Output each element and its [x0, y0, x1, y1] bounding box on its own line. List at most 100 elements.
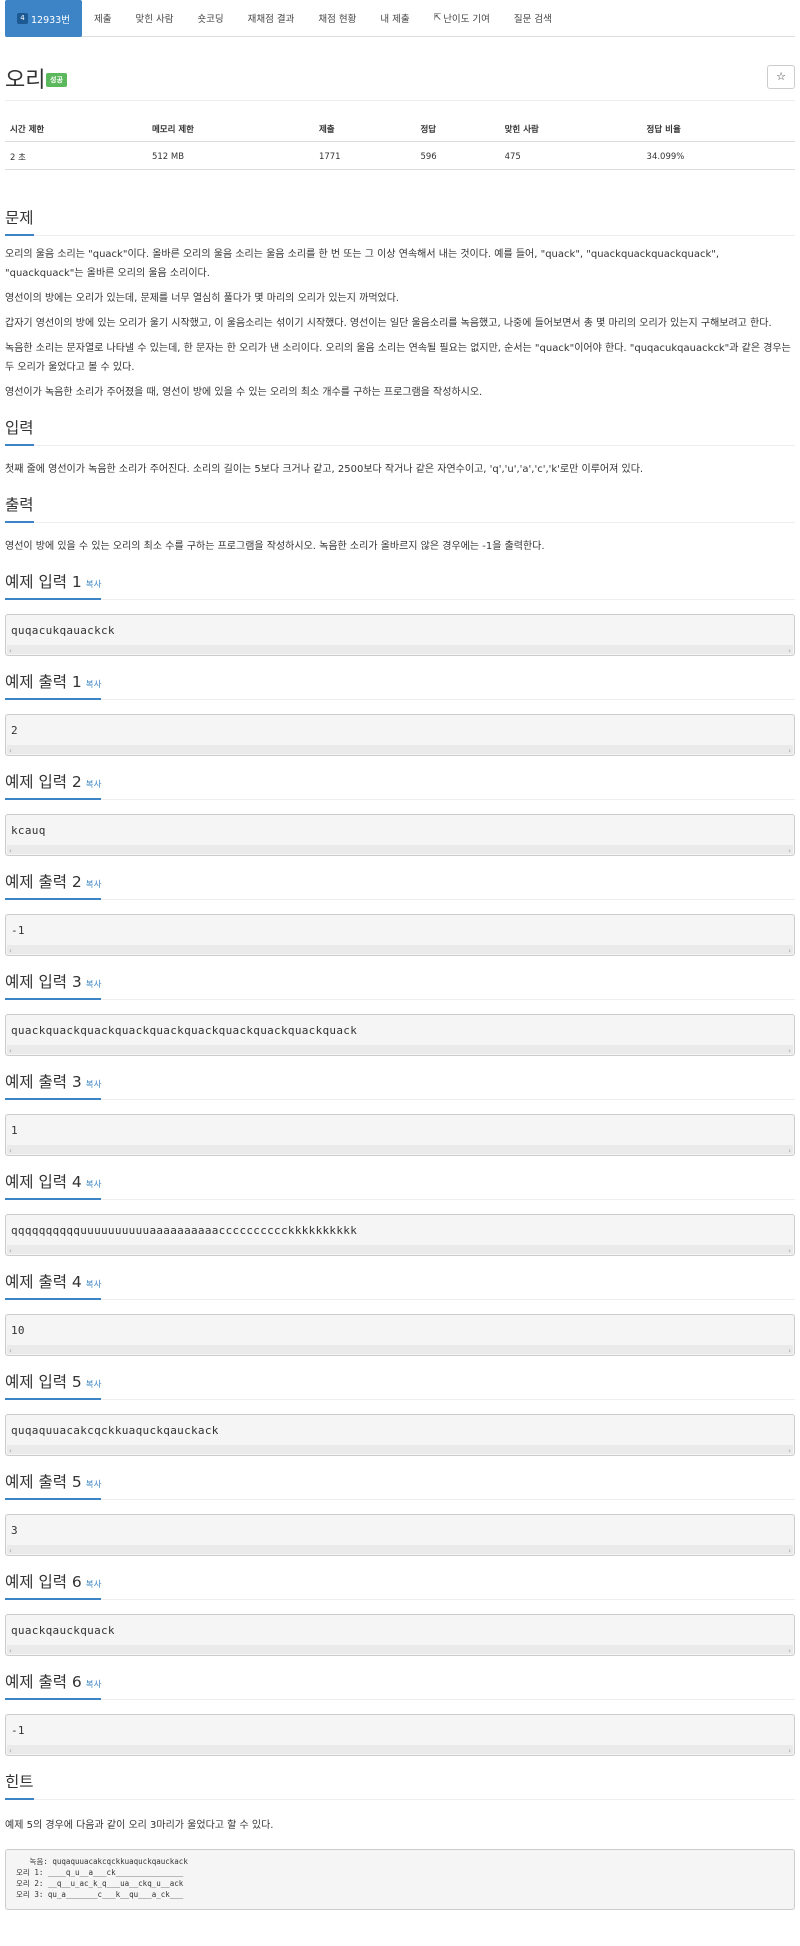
example-head: 예제 입력 5 복사 — [5, 1370, 795, 1400]
table-header-row: 시간 제한 메모리 제한 제출 정답 맞힌 사람 정답 비율 — [5, 115, 795, 142]
example-heading: 예제 입력 4 복사 — [5, 1170, 102, 1200]
title-row: 오리 성공 ☆ — [5, 37, 795, 101]
example-code-block: quackquackquackquackquackquackquackquack… — [5, 1014, 795, 1056]
table-header: 메모리 제한 — [146, 115, 314, 142]
copy-button[interactable]: 복사 — [86, 780, 102, 790]
copy-button[interactable]: 복사 — [86, 1080, 102, 1090]
copy-button[interactable]: 복사 — [86, 1580, 102, 1590]
horizontal-scrollbar[interactable] — [7, 1445, 793, 1454]
output-paragraph: 영선이 방에 있을 수 있는 오리의 최소 수를 구하는 프로그램을 작성하시오… — [5, 541, 545, 552]
tab-problem[interactable]: 4 12933번 — [5, 0, 82, 37]
example-code-block: -1 ‹ › — [5, 1714, 795, 1756]
tab-short-coding[interactable]: 숏코딩 — [185, 0, 235, 36]
horizontal-scrollbar[interactable] — [7, 645, 793, 654]
horizontal-scrollbar[interactable] — [7, 1645, 793, 1654]
scroll-right-icon[interactable]: › — [788, 947, 791, 955]
external-link-icon: ⇱ — [433, 13, 442, 23]
copy-button[interactable]: 복사 — [86, 1680, 102, 1690]
hint-line: 오리 3: qu_a_______c___k__qu___a_ck___ — [16, 1890, 184, 1899]
problem-paragraph: 녹음한 소리는 문자열로 나타낼 수 있는데, 한 문자는 한 오리가 낸 소리… — [5, 343, 791, 373]
horizontal-scrollbar[interactable] — [7, 945, 793, 954]
horizontal-scrollbar[interactable] — [7, 845, 793, 854]
example-code-block: qqqqqqqqqquuuuuuuuuuaaaaaaaaaacccccccccc… — [5, 1214, 795, 1256]
section-heading: 문제 — [5, 206, 34, 236]
example-head: 예제 출력 5 복사 — [5, 1470, 795, 1500]
scroll-left-icon[interactable]: ‹ — [9, 1747, 12, 1755]
tab-my-submissions[interactable]: 내 제출 — [368, 0, 421, 36]
tab-submit[interactable]: 제출 — [82, 0, 123, 36]
scroll-right-icon[interactable]: › — [788, 847, 791, 855]
table-row: 2 초 512 MB 1771 596 475 34.099% — [5, 141, 795, 170]
scroll-right-icon[interactable]: › — [788, 1147, 791, 1155]
copy-button[interactable]: 복사 — [86, 1280, 102, 1290]
scroll-left-icon[interactable]: ‹ — [9, 1147, 12, 1155]
tab-question-search-label: 질문 검색 — [513, 14, 552, 25]
table-cell: 512 MB — [146, 141, 314, 170]
scroll-left-icon[interactable]: ‹ — [9, 1447, 12, 1455]
scroll-right-icon[interactable]: › — [788, 1247, 791, 1255]
section-heading: 출력 — [5, 493, 34, 523]
scroll-right-icon[interactable]: › — [788, 1447, 791, 1455]
copy-button[interactable]: 복사 — [86, 1180, 102, 1190]
status-badge: 성공 — [46, 73, 67, 87]
example-heading: 예제 입력 6 복사 — [5, 1570, 102, 1600]
table-cell: 34.099% — [641, 141, 795, 170]
example-head: 예제 입력 6 복사 — [5, 1570, 795, 1600]
table-cell: 475 — [499, 141, 642, 170]
example-head: 예제 출력 3 복사 — [5, 1070, 795, 1100]
example-head: 예제 출력 6 복사 — [5, 1670, 795, 1700]
copy-button[interactable]: 복사 — [86, 880, 102, 890]
scroll-left-icon[interactable]: ‹ — [9, 947, 12, 955]
example-heading: 예제 입력 3 복사 — [5, 970, 102, 1000]
scroll-left-icon[interactable]: ‹ — [9, 1247, 12, 1255]
tab-difficulty[interactable]: ⇱ 난이도 기여 — [422, 0, 502, 36]
problem-paragraph: 영선이의 방에는 오리가 있는데, 문제를 너무 열심히 풀다가 몇 마리의 오… — [5, 293, 400, 304]
horizontal-scrollbar[interactable] — [7, 1045, 793, 1054]
copy-button[interactable]: 복사 — [86, 1380, 102, 1390]
example-code-block: 10 ‹ › — [5, 1314, 795, 1356]
copy-button[interactable]: 복사 — [86, 1480, 102, 1490]
horizontal-scrollbar[interactable] — [7, 745, 793, 754]
star-button[interactable]: ☆ — [767, 65, 795, 89]
scroll-left-icon[interactable]: ‹ — [9, 747, 12, 755]
scroll-right-icon[interactable]: › — [788, 647, 791, 655]
problem-paragraph: 영선이가 녹음한 소리가 주어졌을 때, 영선이 방에 있을 수 있는 오리의 … — [5, 387, 483, 398]
example-head: 예제 출력 1 복사 — [5, 670, 795, 700]
tab-submit-label: 제출 — [93, 14, 112, 25]
table-cell: 1771 — [313, 141, 416, 170]
example-code-block: 3 ‹ › — [5, 1514, 795, 1556]
scroll-left-icon[interactable]: ‹ — [9, 1047, 12, 1055]
tab-question-search[interactable]: 질문 검색 — [502, 0, 564, 36]
tab-solved-users[interactable]: 맞힌 사람 — [123, 0, 185, 36]
tab-rejudge[interactable]: 재채점 결과 — [236, 0, 307, 36]
copy-button[interactable]: 복사 — [86, 680, 102, 690]
copy-button[interactable]: 복사 — [86, 580, 102, 590]
tab-status[interactable]: 채점 현황 — [306, 0, 368, 36]
horizontal-scrollbar[interactable] — [7, 1245, 793, 1254]
copy-button[interactable]: 복사 — [86, 980, 102, 990]
scroll-right-icon[interactable]: › — [788, 1047, 791, 1055]
scroll-right-icon[interactable]: › — [788, 1747, 791, 1755]
scroll-left-icon[interactable]: ‹ — [9, 1647, 12, 1655]
scroll-left-icon[interactable]: ‹ — [9, 1547, 12, 1555]
examples-container: 예제 입력 1 복사 quqacukqauackck ‹ › 예제 출력 1 복사 2 ‹ › 예제… — [5, 570, 795, 1756]
horizontal-scrollbar[interactable] — [7, 1745, 793, 1754]
example-code: -1 — [11, 924, 25, 937]
horizontal-scrollbar[interactable] — [7, 1145, 793, 1154]
scroll-right-icon[interactable]: › — [788, 1547, 791, 1555]
horizontal-scrollbar[interactable] — [7, 1345, 793, 1354]
example-heading: 예제 출력 4 복사 — [5, 1270, 102, 1300]
example-code: quackqauckquack — [11, 1624, 115, 1637]
problem-info-table: 시간 제한 메모리 제한 제출 정답 맞힌 사람 정답 비율 2 초 512 M… — [5, 115, 795, 170]
horizontal-scrollbar[interactable] — [7, 1545, 793, 1554]
example-title: 예제 입력 4 — [5, 1173, 82, 1191]
scroll-right-icon[interactable]: › — [788, 1647, 791, 1655]
scroll-left-icon[interactable]: ‹ — [9, 1347, 12, 1355]
scroll-left-icon[interactable]: ‹ — [9, 647, 12, 655]
scroll-right-icon[interactable]: › — [788, 747, 791, 755]
problem-section-head: 문제 — [5, 206, 795, 236]
example-code: 2 — [11, 724, 18, 737]
scroll-right-icon[interactable]: › — [788, 1347, 791, 1355]
scroll-left-icon[interactable]: ‹ — [9, 847, 12, 855]
table-header: 맞힌 사람 — [499, 115, 642, 142]
